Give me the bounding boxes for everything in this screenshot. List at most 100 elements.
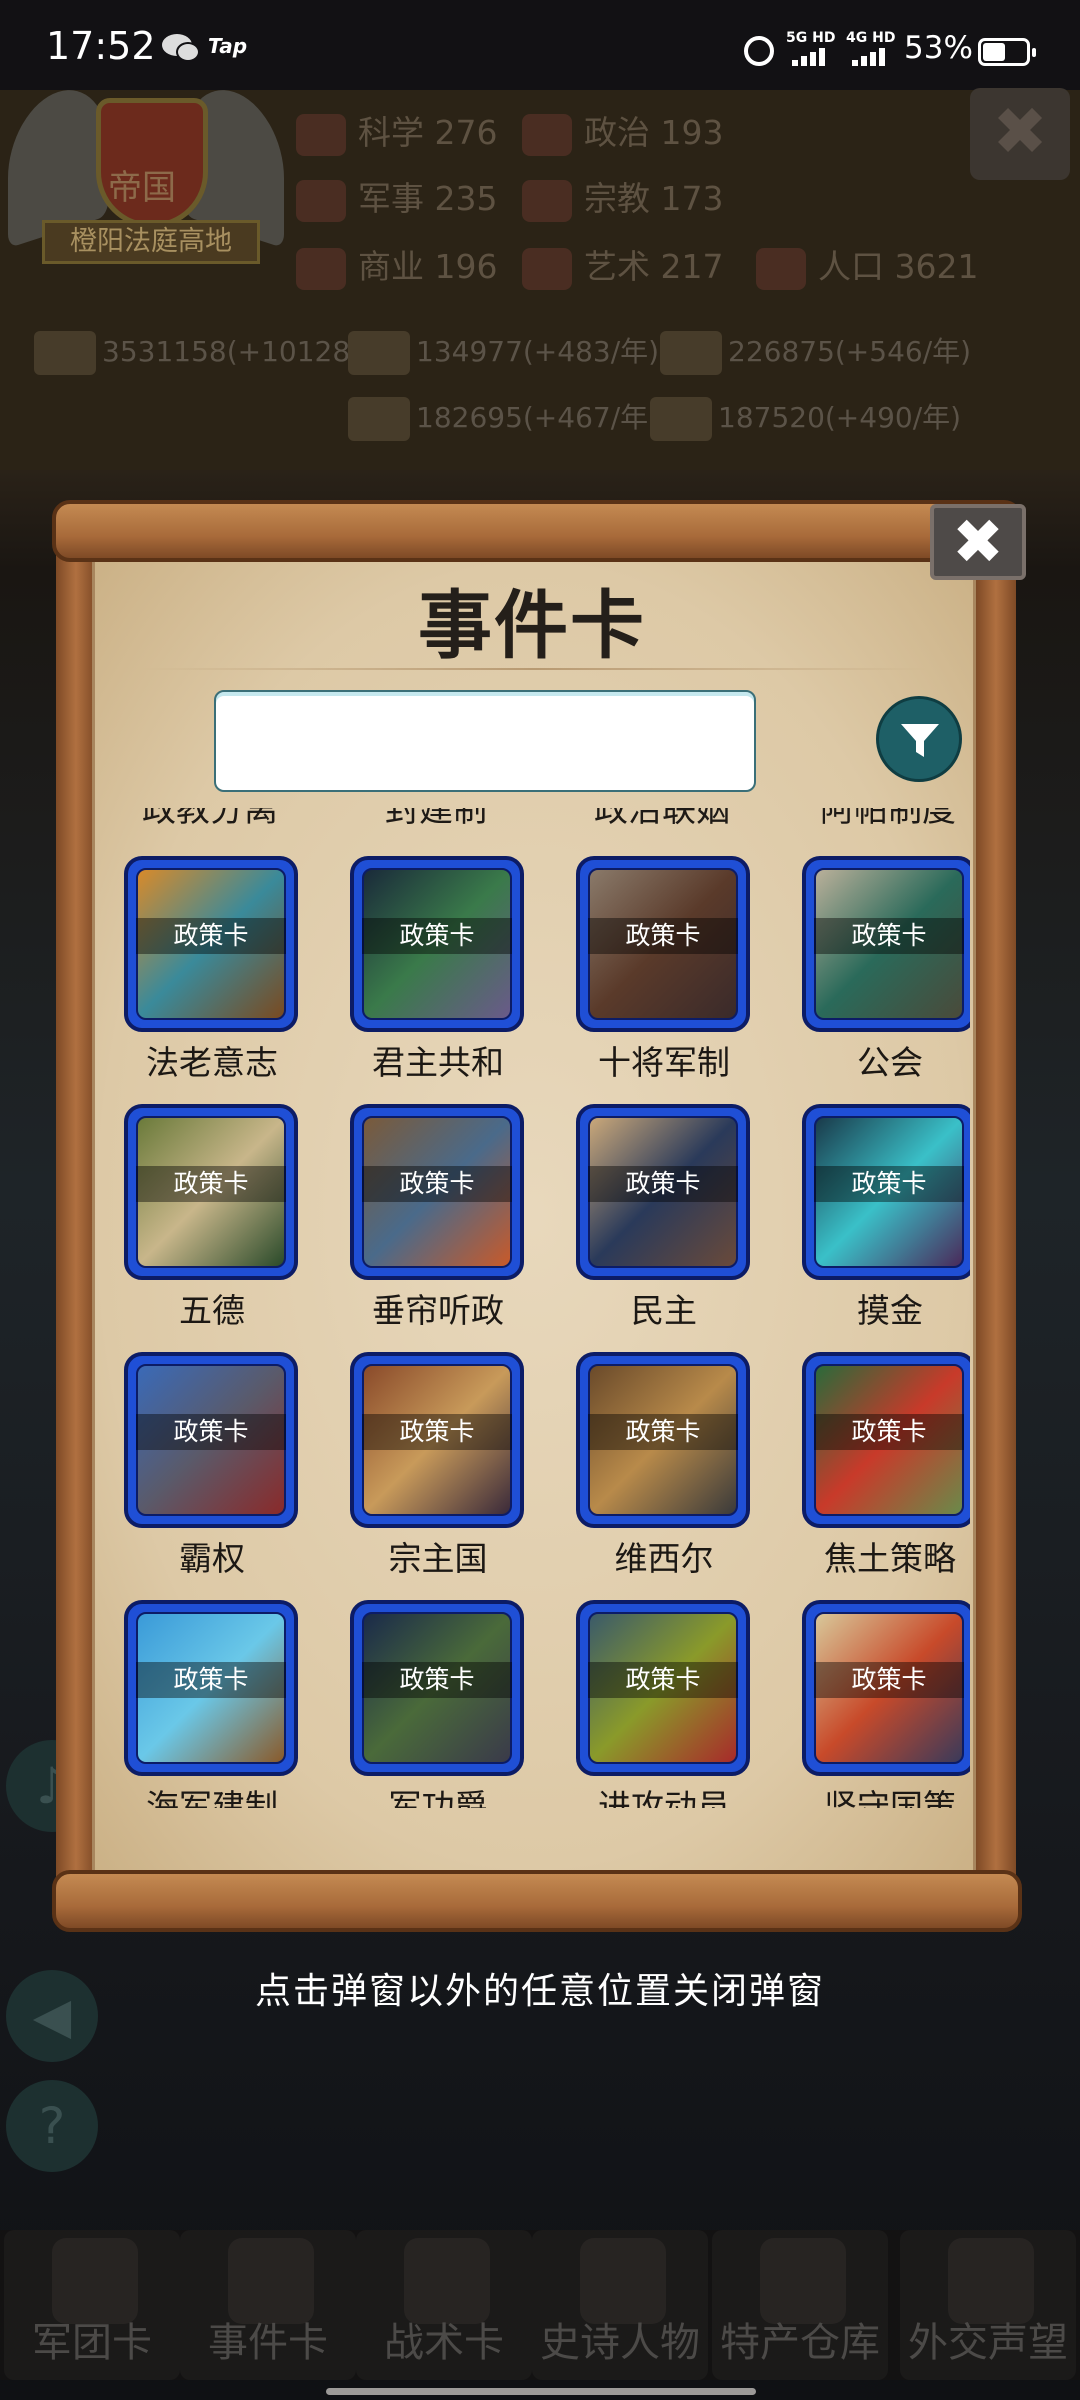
card-frame: 政策卡 xyxy=(576,1600,750,1776)
policy-card[interactable]: 政策卡 军功爵 xyxy=(338,1550,560,1808)
home-indicator[interactable] xyxy=(326,2388,756,2395)
card-label: 坚守国策 xyxy=(824,1787,956,1808)
card-grid[interactable]: 政教分离 封建制 政治联姻 阿帕制度 政策卡 法老意志 政策卡 君主共和 政策卡 十将军制… xyxy=(100,808,970,1808)
card-type-tag: 政策卡 xyxy=(362,918,512,954)
filter-button[interactable] xyxy=(876,696,962,782)
bottom-nav: 军团卡 事件卡 战术卡 史诗人物 特产仓库 外交声望 xyxy=(0,2230,1080,2380)
stat-commerce: 商业 196 xyxy=(296,240,498,290)
policy-card[interactable]: 政策卡 维西尔 xyxy=(564,1302,786,1578)
status-bar: 17:52 Tap 5G HD 4G HD 53% xyxy=(0,0,1080,100)
nav-epic-figures[interactable]: 史诗人物 xyxy=(532,2230,708,2380)
stone-icon xyxy=(660,331,722,375)
card-type-tag: 政策卡 xyxy=(814,918,964,954)
iron-icon xyxy=(348,397,410,441)
card-frame: 政策卡 xyxy=(802,856,970,1032)
art-icon xyxy=(522,247,572,290)
policy-card[interactable]: 政策卡 焦土策略 xyxy=(790,1302,970,1578)
card-label: 海军建制 xyxy=(146,1787,278,1808)
card-frame: 政策卡 xyxy=(350,1352,524,1528)
policy-card[interactable]: 政策卡 宗主国 xyxy=(338,1302,560,1578)
empire-emblem[interactable]: 帝国 橙阳法庭高地 xyxy=(8,75,284,278)
stat-art: 艺术 217 xyxy=(522,240,724,290)
policy-card[interactable]: 政策卡 五德 xyxy=(112,1054,334,1330)
card-frame: 政策卡 xyxy=(802,1104,970,1280)
scroll-bottom-rod xyxy=(52,1870,1022,1932)
card-frame: 政策卡 xyxy=(124,1104,298,1280)
alarm-icon xyxy=(744,36,774,66)
card-type-tag: 政策卡 xyxy=(362,1662,512,1698)
card-frame: 政策卡 xyxy=(350,1104,524,1280)
hud-close-button[interactable]: ✖ xyxy=(970,88,1070,180)
card-label: 进攻动员 xyxy=(598,1787,730,1808)
search-input[interactable] xyxy=(214,690,756,792)
policy-card[interactable]: 政策卡 十将军制 xyxy=(564,808,786,1082)
close-hint: 点击弹窗以外的任意位置关闭弹窗 xyxy=(254,1971,825,2012)
card-type-tag: 政策卡 xyxy=(136,1166,286,1202)
resource-iron: 182695(+467/年) xyxy=(348,396,659,441)
card-type-tag: 政策卡 xyxy=(362,1414,512,1450)
tap-icon: Tap xyxy=(208,34,248,58)
modal-close-button[interactable]: ✖ xyxy=(930,504,1026,580)
military-icon xyxy=(296,179,346,222)
card-type-tag: 政策卡 xyxy=(362,1166,512,1202)
stat-religion: 宗教 173 xyxy=(522,172,724,222)
card-frame: 政策卡 xyxy=(576,856,750,1032)
policy-card[interactable]: 政策卡 海军建制 xyxy=(112,1550,334,1808)
card-frame: 政策卡 xyxy=(802,1600,970,1776)
resource-food: 187520(+490/年) xyxy=(650,396,961,441)
card-frame: 政策卡 xyxy=(576,1104,750,1280)
scroll-top-rod xyxy=(52,500,1022,562)
policy-card[interactable]: 政策卡 民主 xyxy=(564,1054,786,1330)
religion-icon xyxy=(522,179,572,222)
card-type-tag: 政策卡 xyxy=(136,1662,286,1698)
resource-stone: 226875(+546/年) xyxy=(660,330,971,375)
policy-card[interactable]: 政策卡 霸权 xyxy=(112,1302,334,1578)
wechat-icon xyxy=(162,34,200,62)
card-frame: 政策卡 xyxy=(576,1352,750,1528)
policy-card[interactable]: 政策卡 摸金 xyxy=(790,1054,970,1330)
card-frame: 政策卡 xyxy=(802,1352,970,1528)
network-label-4g: 4G HD xyxy=(846,30,896,46)
stat-science: 科学 276 xyxy=(296,106,498,156)
gold-icon xyxy=(34,331,96,375)
resource-gold: 3531158(+10128/年 xyxy=(34,330,388,375)
card-type-tag: 政策卡 xyxy=(136,1414,286,1450)
nav-legion-cards[interactable]: 军团卡 xyxy=(4,2230,180,2380)
card-type-tag: 政策卡 xyxy=(814,1166,964,1202)
stat-population: 人口 3621 xyxy=(756,240,978,290)
title-divider xyxy=(140,668,930,670)
signal-icon-2 xyxy=(852,48,885,66)
nav-tactic-cards[interactable]: 战术卡 xyxy=(356,2230,532,2380)
network-label-5g: 5G HD xyxy=(786,30,836,46)
stat-military: 军事 235 xyxy=(296,172,498,222)
nav-diplomacy[interactable]: 外交声望 xyxy=(900,2230,1076,2380)
card-type-tag: 政策卡 xyxy=(814,1414,964,1450)
policy-card[interactable]: 政策卡 君主共和 xyxy=(338,808,560,1082)
nav-event-cards[interactable]: 事件卡 xyxy=(180,2230,356,2380)
policy-card[interactable]: 政策卡 公会 xyxy=(790,808,970,1082)
policy-card[interactable]: 政策卡 法老意志 xyxy=(112,808,334,1082)
clock: 17:52 xyxy=(46,24,156,68)
meat-icon xyxy=(650,397,712,441)
city-name: 橙阳法庭高地 xyxy=(42,220,260,264)
battery-icon xyxy=(978,38,1036,66)
nav-specialty-warehouse[interactable]: 特产仓库 xyxy=(712,2230,888,2380)
help-button[interactable]: ? xyxy=(6,2080,98,2172)
resource-wood: 134977(+483/年) xyxy=(348,330,659,375)
card-type-tag: 政策卡 xyxy=(588,1166,738,1202)
card-frame: 政策卡 xyxy=(124,1600,298,1776)
scroll-side-left xyxy=(56,540,96,1890)
signal-icon xyxy=(792,48,825,66)
policy-card[interactable]: 政策卡 垂帘听政 xyxy=(338,1054,560,1330)
card-frame: 政策卡 xyxy=(350,1600,524,1776)
card-frame: 政策卡 xyxy=(124,856,298,1032)
card-type-tag: 政策卡 xyxy=(588,1662,738,1698)
scroll-side-right xyxy=(976,540,1016,1890)
science-icon xyxy=(296,113,346,156)
politics-icon xyxy=(522,113,572,156)
card-type-tag: 政策卡 xyxy=(814,1662,964,1698)
card-label: 军功爵 xyxy=(388,1787,488,1808)
policy-card[interactable]: 政策卡 进攻动员 xyxy=(564,1550,786,1808)
card-frame: 政策卡 xyxy=(350,856,524,1032)
policy-card[interactable]: 政策卡 坚守国策 xyxy=(790,1550,970,1808)
